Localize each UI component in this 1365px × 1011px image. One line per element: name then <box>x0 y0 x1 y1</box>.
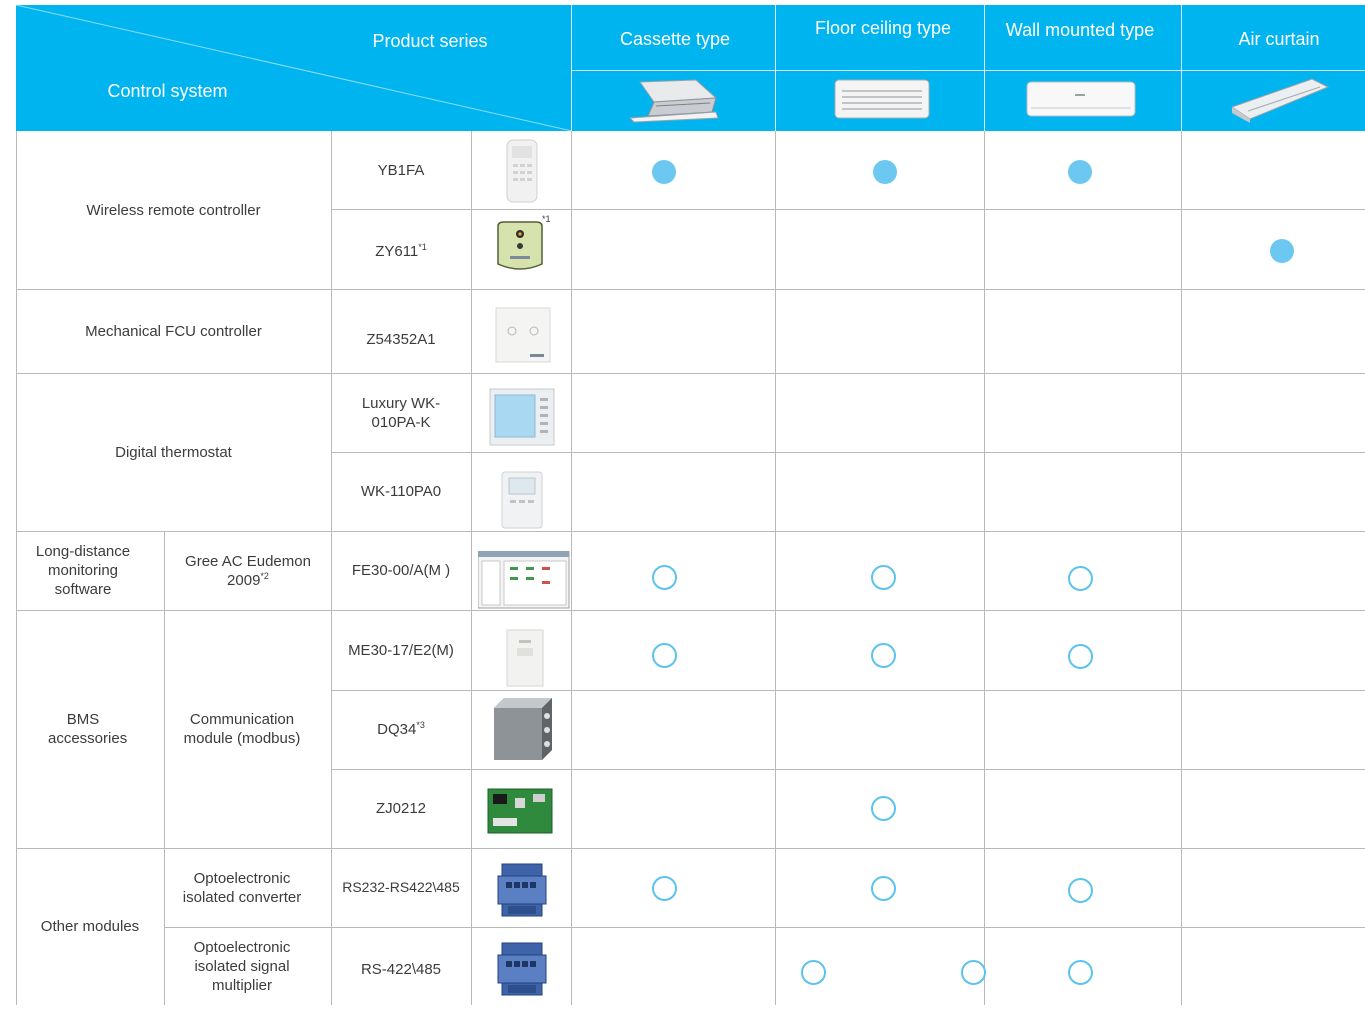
product-series-label: Product series <box>372 31 488 51</box>
mark-optional <box>652 876 677 901</box>
circuit-board-zj0212-image <box>487 788 553 834</box>
column-air-curtain: Air curtain <box>1238 29 1320 49</box>
model-luxury-wk-010pa-k: Luxury WK-010PA-K <box>331 373 471 452</box>
grid-line <box>471 131 472 1005</box>
subcategory-gree-ac-eudemon: Gree AC Eudemon 2009*2 <box>172 531 324 610</box>
mark-supported <box>652 160 676 184</box>
control-system-label: Control system <box>107 81 228 101</box>
subcategory-optoelectronic-multiplier: Optoelectronic isolated signal multiplie… <box>172 927 312 1005</box>
cassette-unit-image <box>628 79 719 123</box>
grid-line <box>331 209 1365 210</box>
category-long-distance-monitoring: Long-distance monitoring software <box>35 543 131 598</box>
column-wall-mounted-type: Wall mounted type <box>1005 20 1155 40</box>
header-divider <box>1181 5 1182 131</box>
mark-optional <box>1068 960 1093 985</box>
mark-optional <box>871 876 896 901</box>
grid-line <box>775 131 776 1005</box>
image-footnote-mark: *1 <box>542 214 551 224</box>
luxury-thermostat-image <box>489 388 555 446</box>
model-fe30-00: FE30-00/A(M ) <box>351 562 451 579</box>
wk-110-thermostat-image <box>501 471 543 529</box>
mark-optional <box>871 643 896 668</box>
footnote-mark: *1 <box>418 241 427 252</box>
mark-supported <box>1068 160 1092 184</box>
subcategory-communication-module: Communication module (modbus) <box>172 610 312 848</box>
model-rs232-rs422-485: RS232-RS422\485 <box>342 879 460 895</box>
mark-optional <box>652 565 677 590</box>
luxury-label: Luxury WK-010PA-K <box>361 394 441 431</box>
grid-line <box>331 769 1365 770</box>
model-yb1fa: YB1FA <box>377 161 425 179</box>
model-zy611: ZY611*1 <box>331 209 471 293</box>
column-floor-ceiling-type: Floor ceiling type <box>814 18 952 38</box>
dq34-label: DQ34 <box>377 721 417 738</box>
header-divider <box>775 5 776 131</box>
air-curtain-unit-image <box>1230 78 1330 123</box>
header-divider <box>571 70 1365 71</box>
mark-optional <box>1068 878 1093 903</box>
floor-ceiling-unit-image <box>834 79 930 119</box>
grid-line <box>571 131 572 1005</box>
model-wk-110pa0: WK-110PA0 <box>360 483 442 500</box>
opto-converter-label: Optoelectronic isolated converter <box>182 869 302 906</box>
column-cassette-type: Cassette type <box>619 29 731 49</box>
optoelectronic-converter-image <box>497 863 547 917</box>
mark-supported <box>873 160 897 184</box>
model-rs-422-485: RS-422\485 <box>360 960 442 978</box>
header-divider <box>571 5 572 131</box>
footnote-mark: *3 <box>416 720 425 730</box>
grid-line <box>1181 131 1182 1005</box>
mechanical-controller-image <box>495 307 551 363</box>
footnote-mark: *2 <box>260 570 269 581</box>
remote-controller-yb1fa-image <box>506 139 538 203</box>
mark-optional <box>1068 566 1093 591</box>
opto-multiplier-label: Optoelectronic isolated signal multiplie… <box>193 938 291 994</box>
comm-module-label: Communication module (modbus) <box>183 711 301 747</box>
category-digital-thermostat: Digital thermostat <box>115 443 232 461</box>
mark-supported <box>1270 239 1294 263</box>
communication-module-me30-image <box>506 629 544 687</box>
mark-optional <box>871 796 896 821</box>
header-divider <box>984 5 985 131</box>
category-other-modules: Other modules <box>40 918 140 935</box>
wall-mounted-unit-image <box>1026 81 1136 117</box>
category-bms-accessories: BMS accessories <box>22 610 144 848</box>
model-me30-17: ME30-17/E2(M) <box>348 641 454 659</box>
mark-optional <box>871 565 896 590</box>
gree-eudemon-label: Gree AC Eudemon 2009 <box>185 552 311 589</box>
communication-module-dq34-image <box>494 698 552 760</box>
monitoring-software-screenshot-image <box>478 551 570 609</box>
remote-controller-zy611-image <box>497 221 543 270</box>
header-diagonal-line <box>16 5 572 131</box>
model-dq34: DQ34*3 <box>331 690 471 769</box>
subcategory-optoelectronic-converter: Optoelectronic isolated converter <box>172 848 312 927</box>
optoelectronic-multiplier-image <box>497 942 547 996</box>
bms-label: BMS accessories <box>48 711 128 747</box>
mark-optional <box>652 643 677 668</box>
grid-line <box>331 690 1365 691</box>
zy611-label: ZY611 <box>375 242 419 260</box>
mark-optional <box>801 960 826 985</box>
model-z54352a1: Z54352A1 <box>366 330 436 348</box>
model-zj0212: ZJ0212 <box>375 800 427 817</box>
grid-line <box>164 531 165 1005</box>
category-mechanical-fcu-controller: Mechanical FCU controller <box>85 322 262 340</box>
mark-optional <box>1068 644 1093 669</box>
category-wireless-remote-controller: Wireless remote controller <box>86 201 261 219</box>
mark-optional <box>961 960 986 985</box>
grid-line <box>331 452 1365 453</box>
grid-line <box>984 131 985 1005</box>
